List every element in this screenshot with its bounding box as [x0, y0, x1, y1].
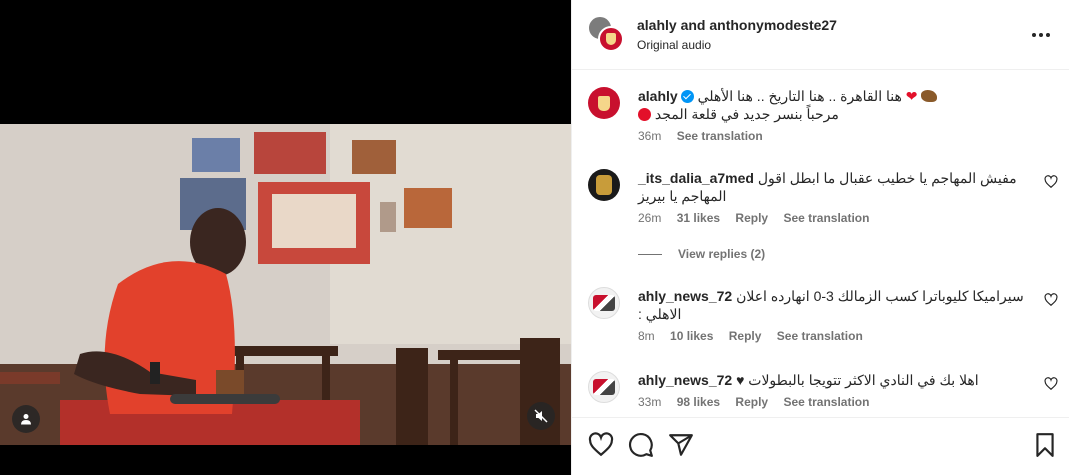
eagle-emoji-icon [921, 90, 938, 102]
authors-joiner: and [680, 17, 706, 33]
user-tag-icon [21, 414, 31, 425]
audio-link[interactable]: Original audio [637, 38, 711, 52]
red-circle-emoji-icon [638, 108, 651, 121]
video-still [0, 124, 571, 445]
timestamp[interactable]: 8m [638, 329, 655, 343]
caption: alahly هنا القاهرة .. هنا التاريخ .. هنا… [588, 87, 1058, 147]
see-translation-link[interactable]: See translation [783, 211, 869, 225]
see-translation-link[interactable]: See translation [783, 395, 869, 409]
post-media[interactable] [0, 0, 571, 475]
comment-meta: 26m 31 likes Reply See translation [638, 211, 1028, 225]
reply-button[interactable]: Reply [735, 395, 768, 409]
comment-bubble-icon[interactable] [628, 432, 654, 458]
user-tag-button[interactable] [12, 405, 40, 433]
likes-count[interactable]: 98 likes [677, 395, 720, 409]
caption-text-line2: مرحباً بنسر جديد في قلعة المجد [654, 106, 839, 122]
replies-divider [638, 253, 662, 255]
caption-line1-row: alahly هنا القاهرة .. هنا التاريخ .. هنا… [638, 87, 1028, 105]
like-comment-heart-icon[interactable] [1044, 293, 1058, 307]
comment-item: _its_dalia_a7med مفيش المهاجم يا خطيب عق… [588, 169, 1058, 229]
video-frame[interactable] [0, 124, 571, 445]
speaker-muted-icon [534, 409, 548, 423]
comment-row: ahly_news_72 اهلا بك في النادي الاكثر تت… [638, 371, 1028, 389]
ellipsis-dot [1046, 33, 1050, 37]
comment-item: ahly_news_72 اهلا بك في النادي الاكثر تت… [588, 371, 1058, 415]
comment-row: ahly_news_72 سيراميكا كليوباترا كسب الزم… [638, 287, 1028, 323]
collab-avatars[interactable] [588, 16, 626, 54]
likes-count[interactable]: 31 likes [677, 211, 720, 225]
avatar [598, 26, 624, 52]
reply-button[interactable]: Reply [735, 211, 768, 225]
like-comment-heart-icon[interactable] [1044, 175, 1058, 189]
ellipsis-dot [1039, 33, 1043, 37]
comment-username[interactable]: _its_dalia_a7med [638, 170, 754, 186]
comment-text: اهلا بك في النادي الاكثر تتويجا بالبطولا… [736, 372, 979, 388]
comment-meta: 8m 10 likes Reply See translation [638, 329, 1028, 343]
ellipsis-icon [1032, 33, 1036, 37]
see-translation-link[interactable]: See translation [777, 329, 863, 343]
heart-icon[interactable] [588, 432, 614, 458]
comment-username[interactable]: ahly_news_72 [638, 288, 732, 304]
reply-button[interactable]: Reply [729, 329, 762, 343]
post-authors: alahly and anthonymodeste27 [637, 17, 837, 33]
bookmark-icon[interactable] [1032, 432, 1058, 458]
author-link[interactable]: alahly [637, 17, 677, 33]
like-comment-heart-icon[interactable] [1044, 377, 1058, 391]
avatar[interactable] [588, 287, 620, 319]
comment-meta: 33m 98 likes Reply See translation [638, 395, 1028, 409]
avatar[interactable] [588, 371, 620, 403]
heart-emoji-icon: ❤ [905, 88, 918, 104]
likes-count[interactable]: 10 likes [670, 329, 713, 343]
view-replies-label: View replies (2) [678, 247, 766, 261]
paper-plane-icon[interactable] [668, 432, 694, 458]
caption-text: هنا القاهرة .. هنا التاريخ .. هنا الأهلي [697, 88, 902, 104]
post-header: alahly and anthonymodeste27 Original aud… [572, 0, 1069, 70]
comment-item: ahly_news_72 سيراميكا كليوباترا كسب الزم… [588, 287, 1058, 347]
post-side-panel: alahly and anthonymodeste27 Original aud… [571, 0, 1069, 475]
comment-username[interactable]: ahly_news_72 [638, 372, 732, 388]
view-replies-button[interactable]: View replies (2) [638, 247, 765, 261]
avatar[interactable] [588, 169, 620, 201]
author-link[interactable]: anthonymodeste27 [709, 17, 837, 33]
comment-row: _its_dalia_a7med مفيش المهاجم يا خطيب عق… [638, 169, 1028, 205]
mute-toggle[interactable] [527, 402, 555, 430]
verified-badge-icon [680, 90, 694, 103]
timestamp[interactable]: 26m [638, 211, 661, 225]
caption-line2-row: مرحباً بنسر جديد في قلعة المجد [638, 105, 1028, 123]
caption-username[interactable]: alahly [638, 88, 678, 104]
post-actions-bar [572, 417, 1069, 475]
avatar[interactable] [588, 87, 620, 119]
timestamp[interactable]: 33m [638, 395, 661, 409]
see-translation-link[interactable]: See translation [677, 129, 763, 143]
more-options-button[interactable] [1029, 24, 1053, 46]
comments-list[interactable]: alahly هنا القاهرة .. هنا التاريخ .. هنا… [572, 71, 1069, 417]
caption-meta: 36m See translation [638, 129, 1028, 143]
timestamp[interactable]: 36m [638, 129, 661, 143]
